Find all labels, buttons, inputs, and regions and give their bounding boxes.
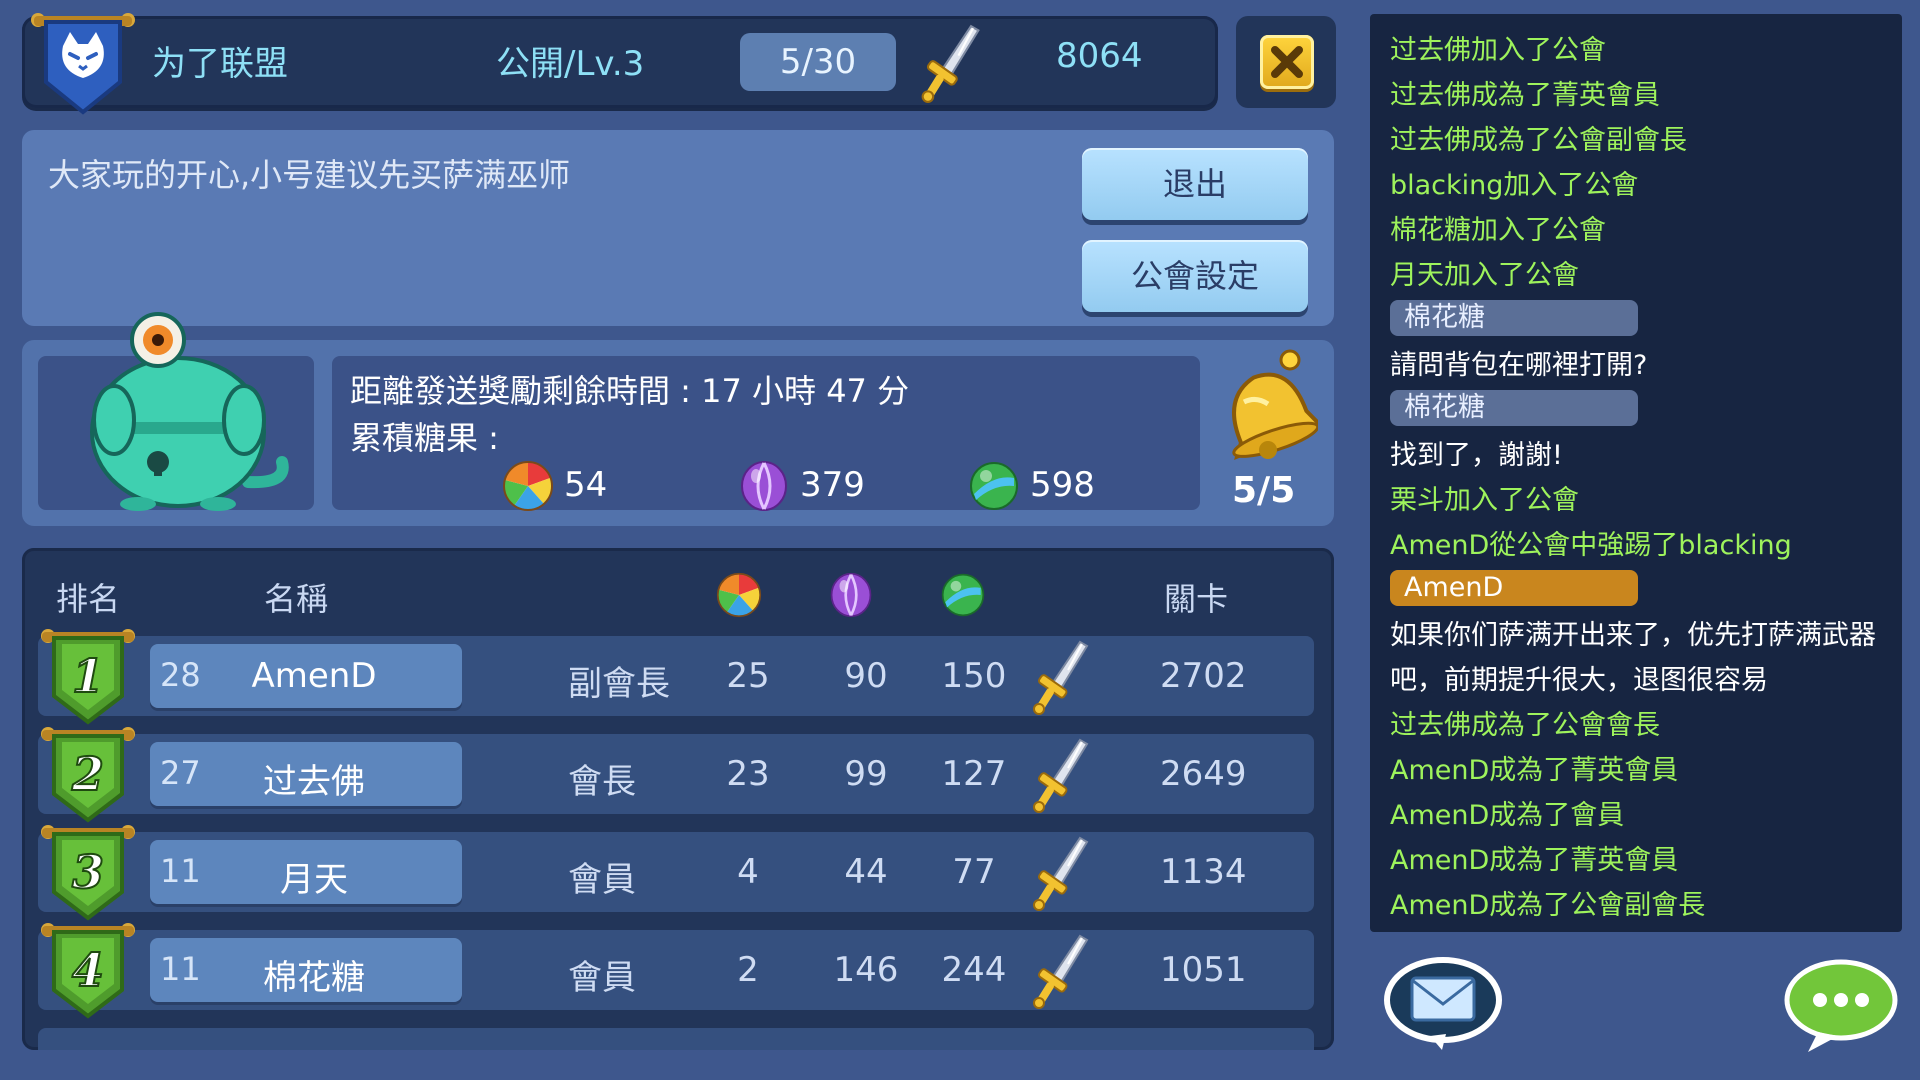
- candy-purple-value: 44: [844, 852, 888, 892]
- close-icon: [1271, 46, 1303, 78]
- exit-guild-button[interactable]: 退出: [1082, 148, 1308, 220]
- chat-user-message: 找到了，謝謝!: [1390, 440, 1563, 471]
- guild-name: 为了联盟: [152, 44, 288, 84]
- sword-icon: [1030, 638, 1090, 716]
- rank-number: 2: [71, 747, 104, 801]
- guild-settings-button[interactable]: 公會設定: [1082, 240, 1308, 312]
- candy-swirl-icon: [502, 460, 554, 512]
- member-name: 月天: [280, 860, 348, 900]
- member-role: 會員: [568, 958, 636, 998]
- candy-swirl-count: 54: [564, 465, 608, 505]
- member-name: AmenD: [251, 656, 377, 696]
- header-rank: 排名: [56, 580, 121, 618]
- guild-description-text: 大家玩的开心,小号建议先买萨满巫师: [48, 156, 571, 194]
- mascot-icon: [90, 312, 289, 511]
- member-level: 11: [160, 852, 201, 890]
- member-role: 會長: [568, 762, 636, 802]
- chat-sender-tag[interactable]: 棉花糖: [1390, 300, 1638, 336]
- member-count-badge: 5/30: [740, 33, 896, 91]
- bell-count: 5/5: [1232, 470, 1296, 511]
- chat-system-message: AmenD成為了菁英會員: [1390, 845, 1679, 876]
- chat-user-message: 請問背包在哪裡打開?: [1390, 350, 1648, 381]
- reward-countdown-text: 距離發送獎勵剩餘時間 : 17 小時 47 分: [350, 372, 910, 410]
- chat-user-message: 如果你们萨满开出来了，优先打萨满武器: [1390, 620, 1876, 651]
- rank-number: 4: [72, 943, 104, 997]
- member-name: 棉花糖: [263, 958, 365, 998]
- chat-system-message: 过去佛成為了公會會長: [1390, 710, 1660, 741]
- close-button[interactable]: [1260, 35, 1314, 89]
- member-role: 副會長: [568, 664, 670, 704]
- sword-icon: [918, 22, 982, 104]
- mail-icon[interactable]: [1384, 950, 1502, 1052]
- member-level: 11: [160, 950, 201, 988]
- rank-badge-icon: 3: [34, 822, 142, 922]
- sword-icon: [1030, 736, 1090, 814]
- header-name: 名稱: [264, 580, 329, 618]
- candy-purple-icon: [828, 572, 874, 618]
- chat-user-message: 吧，前期提升很大，退图很容易: [1390, 665, 1768, 696]
- candy-swirl-icon: [716, 572, 762, 618]
- table-row-partial[interactable]: [38, 1028, 1314, 1050]
- candy-purple-value: 90: [844, 656, 888, 696]
- rank-badge-icon: 2: [34, 724, 142, 824]
- candy-purple-value: 146: [833, 950, 899, 990]
- candy-swirl-value: 4: [737, 852, 759, 892]
- member-level: 27: [160, 754, 201, 792]
- rank-badge-icon: 4: [34, 920, 142, 1020]
- candy-swirl-value: 25: [726, 656, 770, 696]
- candy-purple-value: 99: [844, 754, 888, 794]
- chat-system-message: AmenD成為了公會副會長: [1390, 890, 1706, 921]
- chat-system-message: 过去佛成為了公會副會長: [1390, 125, 1687, 156]
- member-level: 28: [160, 656, 201, 694]
- chat-system-message: 过去佛成為了菁英會員: [1390, 80, 1660, 111]
- candy-swirl-value: 23: [726, 754, 770, 794]
- chat-system-message: 棉花糖加入了公會: [1390, 215, 1606, 246]
- chat-system-message: blacking加入了公會: [1390, 170, 1639, 201]
- member-name: 过去佛: [263, 762, 365, 802]
- bell-icon[interactable]: [1210, 346, 1318, 466]
- member-role: 會員: [568, 860, 636, 900]
- chat-bubble-icon[interactable]: [1782, 958, 1900, 1054]
- candy-purple-icon: [738, 460, 790, 512]
- member-stage: 2702: [1160, 656, 1247, 696]
- sword-icon: [1030, 834, 1090, 912]
- rank-number: 1: [72, 649, 104, 703]
- candy-swirl-value: 2: [737, 950, 759, 990]
- candy-green-icon: [968, 460, 1020, 512]
- member-stage: 1051: [1160, 950, 1247, 990]
- guild-visibility-level: 公開/Lv.3: [496, 44, 645, 84]
- accumulated-candies-label: 累積糖果 :: [350, 419, 499, 457]
- candy-green-value: 77: [952, 852, 996, 892]
- chat-sender-tag[interactable]: AmenD: [1390, 570, 1638, 606]
- candy-green-count: 598: [1030, 465, 1095, 505]
- candy-purple-count: 379: [800, 465, 865, 505]
- chat-system-message: 栗斗加入了公會: [1390, 485, 1579, 516]
- chat-system-message: AmenD從公會中強踢了blacking: [1390, 530, 1792, 561]
- member-stage: 2649: [1160, 754, 1247, 794]
- sword-icon: [1030, 932, 1090, 1010]
- guild-emblem-icon: [31, 13, 135, 115]
- chat-system-message: 月天加入了公會: [1390, 260, 1579, 291]
- candy-green-value: 127: [941, 754, 1007, 794]
- rank-badge-icon: 1: [34, 626, 142, 726]
- candy-green-value: 244: [941, 950, 1007, 990]
- candy-green-value: 150: [941, 656, 1007, 696]
- rank-number: 3: [72, 845, 104, 899]
- chat-system-message: AmenD成為了會員: [1390, 800, 1625, 831]
- chat-system-message: 过去佛加入了公會: [1390, 35, 1606, 66]
- chat-sender-tag[interactable]: 棉花糖: [1390, 390, 1638, 426]
- candy-green-icon: [940, 572, 986, 618]
- chat-system-message: AmenD成為了菁英會員: [1390, 755, 1679, 786]
- member-stage: 1134: [1160, 852, 1247, 892]
- guild-power-value: 8064: [1056, 36, 1143, 76]
- header-stage: 關卡: [1164, 580, 1229, 618]
